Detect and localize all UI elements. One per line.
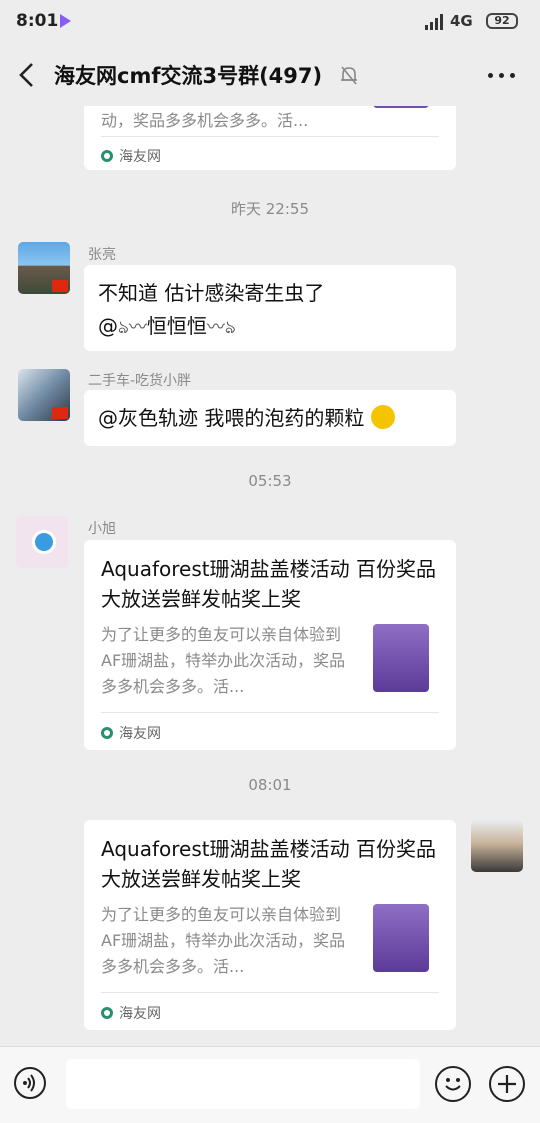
sender-name: 张亮 xyxy=(88,247,116,263)
doraemon-icon xyxy=(32,530,56,554)
card-source-label: 海友网 xyxy=(119,149,161,165)
card-description: 为了让更多的鱼友可以亲自体验到AF珊湖盐，特举办此次活动，奖品多多机会多多。活.… xyxy=(101,625,346,696)
mention-at: @ xyxy=(98,314,118,338)
status-time: 8:01 xyxy=(16,11,59,31)
avatar[interactable] xyxy=(471,820,523,872)
input-bar xyxy=(0,1046,540,1123)
card-source: 海友网 xyxy=(101,1003,161,1023)
battery-icon: 92 xyxy=(486,13,518,29)
card-source: 海友网 xyxy=(101,723,161,743)
flag-badge xyxy=(52,407,68,419)
mention-name: 恒恒恒 xyxy=(146,314,207,338)
shared-link-card[interactable]: 动，奖品多多机会多多。活... 海友网 xyxy=(84,106,456,170)
chat-message-list[interactable]: 动，奖品多多机会多多。活... 海友网 昨天 22:55 张亮 不知道 估计感染… xyxy=(0,106,540,1046)
more-options-icon[interactable] xyxy=(488,73,516,79)
card-description: 动，奖品多多机会多多。活... xyxy=(101,111,309,130)
card-divider xyxy=(101,712,439,713)
avatar[interactable] xyxy=(18,369,70,421)
message-bubble[interactable]: @灰色轨迹 我喂的泡药的颗粒 xyxy=(84,390,456,446)
video-app-icon xyxy=(60,14,71,28)
card-thumbnail xyxy=(373,904,429,972)
source-logo-icon xyxy=(101,727,113,739)
card-description: 为了让更多的鱼友可以亲自体验到AF珊湖盐，特举办此次活动，奖品多多机会多多。活.… xyxy=(101,905,346,976)
card-thumbnail xyxy=(373,106,429,108)
card-divider xyxy=(101,136,439,137)
flag-badge xyxy=(52,280,68,292)
status-bar: 8:01 4G 92 xyxy=(0,0,540,44)
mute-bell-icon xyxy=(341,66,357,85)
grinning-emoji-icon xyxy=(370,405,395,429)
sender-name: 二手车-吃货小胖 xyxy=(88,373,192,389)
message-input[interactable] xyxy=(66,1059,420,1109)
message-bubble[interactable]: 不知道 估计感染寄生虫了 @ঌ〰恒恒恒〰ঌ xyxy=(84,265,456,351)
voice-input-icon[interactable] xyxy=(14,1067,46,1099)
card-divider xyxy=(101,992,439,993)
plus-icon[interactable] xyxy=(489,1066,525,1102)
timestamp: 05:53 xyxy=(248,472,292,490)
card-source-label: 海友网 xyxy=(119,726,161,742)
decorative-swirl-icon: ঌ〰 xyxy=(118,317,147,338)
timestamp: 08:01 xyxy=(248,776,292,794)
sender-name: 小旭 xyxy=(88,521,116,537)
message-text-line2: @ঌ〰恒恒恒〰ঌ xyxy=(98,310,442,344)
emoji-icon[interactable] xyxy=(435,1066,471,1102)
shared-link-card[interactable]: Aquaforest珊湖盐盖楼活动 百份奖品大放送尝鲜发帖奖上奖 为了让更多的鱼… xyxy=(84,540,456,750)
timestamp: 昨天 22:55 xyxy=(231,200,309,218)
network-type: 4G xyxy=(450,12,473,30)
signal-icon xyxy=(425,14,443,30)
card-thumbnail xyxy=(373,624,429,692)
source-logo-icon xyxy=(101,1007,113,1019)
card-title: Aquaforest珊湖盐盖楼活动 百份奖品大放送尝鲜发帖奖上奖 xyxy=(101,837,436,891)
back-arrow-icon[interactable] xyxy=(16,62,38,88)
card-source-label: 海友网 xyxy=(119,1006,161,1022)
source-logo-icon xyxy=(101,150,113,162)
card-title: Aquaforest珊湖盐盖楼活动 百份奖品大放送尝鲜发帖奖上奖 xyxy=(101,557,436,611)
chat-header: 海友网cmf交流3号群(497) xyxy=(0,44,540,106)
message-text: @灰色轨迹 我喂的泡药的颗粒 xyxy=(98,406,365,430)
avatar[interactable] xyxy=(18,242,70,294)
message-text-line1: 不知道 估计感染寄生虫了 xyxy=(98,281,325,305)
avatar[interactable] xyxy=(16,516,68,568)
chat-title: 海友网cmf交流3号群(497) xyxy=(54,64,323,88)
card-source: 海友网 xyxy=(101,146,161,166)
decorative-swirl-icon: 〰ঌ xyxy=(206,317,236,338)
shared-link-card[interactable]: Aquaforest珊湖盐盖楼活动 百份奖品大放送尝鲜发帖奖上奖 为了让更多的鱼… xyxy=(84,820,456,1030)
